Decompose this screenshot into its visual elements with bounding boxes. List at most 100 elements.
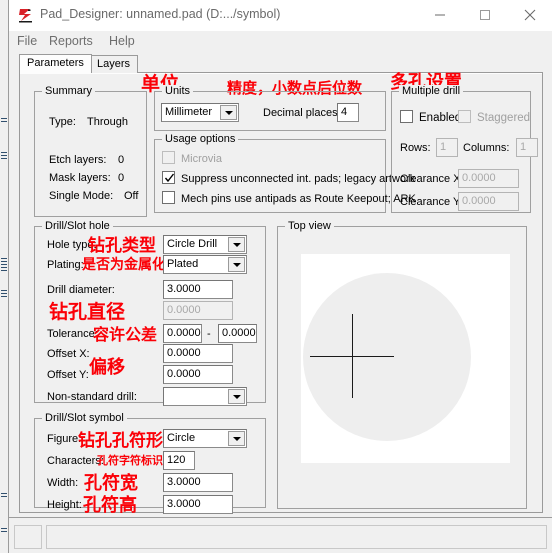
tolerance-separator: - — [207, 328, 211, 340]
pad-designer-icon — [17, 6, 35, 24]
units-group: Units Millimeter Decimal places: 4 — [154, 85, 386, 131]
menu-file[interactable]: File — [17, 34, 37, 48]
drill-diameter-input[interactable]: 3.0000 — [163, 280, 233, 299]
figure-label: Figure: — [47, 433, 82, 445]
decimal-places-label: Decimal places: — [263, 107, 341, 119]
summary-type-value: Through — [87, 116, 128, 128]
top-view-legend: Top view — [285, 220, 334, 232]
statusbar-left-pane — [14, 525, 42, 549]
chevron-down-icon — [232, 436, 241, 441]
mech-pins-antipads-label: Mech pins use antipads as Route Keepout;… — [181, 193, 416, 205]
hole-type-combo[interactable]: Circle Drill — [163, 235, 247, 254]
summary-type-label: Type: — [49, 116, 76, 128]
plating-label: Plating: — [47, 259, 84, 271]
symbol-width-input[interactable]: 3.0000 — [163, 473, 233, 492]
close-button[interactable] — [507, 0, 552, 30]
plating-combo[interactable]: Plated — [163, 255, 247, 274]
figure-combo-arrow-button[interactable] — [228, 431, 245, 446]
offset-y-input[interactable]: 0.0000 — [163, 365, 233, 384]
pad-circle-shape — [303, 273, 471, 441]
microvia-label: Microvia — [181, 153, 222, 165]
decimal-places-input[interactable]: 4 — [337, 103, 359, 122]
annotation-height: 孔符高 — [83, 495, 137, 516]
statusbar — [9, 517, 552, 553]
check-icon — [164, 173, 175, 183]
clearance-x-label: Clearance X: — [400, 173, 464, 185]
offset-y-label: Offset Y: — [47, 369, 89, 381]
hole-type-combo-arrow-button[interactable] — [228, 237, 245, 252]
offset-x-label: Offset X: — [47, 348, 90, 360]
usage-options-group: Usage options Microvia Suppress unconnec… — [154, 133, 416, 213]
summary-mask-value: 0 — [118, 172, 125, 184]
summary-single-mode-value: Off — [124, 190, 139, 202]
usage-options-legend: Usage options — [162, 133, 239, 145]
mech-pins-antipads-checkbox[interactable] — [162, 191, 175, 204]
non-standard-drill-combo-arrow-button[interactable] — [228, 389, 245, 404]
summary-mask-label: Mask layers: — [49, 172, 111, 184]
chevron-down-icon — [232, 394, 241, 399]
window-title: Pad_Designer: unnamed.pad (D:.../symbol) — [40, 7, 281, 21]
rows-input: 1 — [436, 138, 458, 157]
units-combo[interactable]: Millimeter — [161, 103, 239, 122]
non-standard-drill-combo[interactable] — [163, 387, 247, 406]
top-view-group: Top view — [277, 220, 527, 509]
units-combo-value: Millimeter — [165, 106, 213, 118]
summary-legend: Summary — [42, 85, 96, 97]
annotation-offset: 偏移 — [89, 357, 125, 378]
minimize-button[interactable] — [417, 0, 462, 30]
plating-combo-value: Plated — [167, 258, 199, 270]
multiple-drill-staggered-checkbox — [458, 110, 471, 123]
rows-label: Rows: — [400, 142, 431, 154]
chevron-down-icon — [224, 110, 233, 115]
background-window-sliver — [0, 0, 9, 553]
pad-designer-window: Pad_Designer: unnamed.pad (D:.../symbol)… — [0, 0, 552, 553]
characters-label: Characters: — [47, 455, 104, 467]
clearance-y-label: Clearance Y: — [400, 196, 463, 208]
suppress-unconnected-label: Suppress unconnected int. pads; legacy a… — [181, 173, 416, 185]
chevron-down-icon — [232, 242, 241, 247]
annotation-characters: 孔符字符标识 — [97, 454, 163, 467]
microvia-checkbox — [162, 151, 175, 164]
suppress-unconnected-checkbox[interactable] — [162, 171, 175, 184]
multiple-drill-enabled-checkbox[interactable] — [400, 110, 413, 123]
figure-combo-value: Circle — [167, 432, 196, 444]
offset-x-input[interactable]: 0.0000 — [163, 344, 233, 363]
menu-help[interactable]: Help — [109, 34, 135, 48]
statusbar-message-pane — [46, 525, 547, 549]
tolerance-label: Tolerance: — [47, 328, 98, 340]
menu-reports[interactable]: Reports — [49, 34, 93, 48]
units-combo-arrow-button[interactable] — [220, 105, 237, 120]
figure-combo[interactable]: Circle — [163, 429, 247, 448]
top-view-canvas[interactable] — [301, 254, 510, 463]
crosshair-vertical — [352, 314, 353, 398]
multiple-drill-staggered-label: Staggered — [477, 112, 531, 124]
characters-input[interactable]: 120 — [163, 451, 195, 470]
multiple-drill-group: Multiple drill Enabled Staggered Rows: 1… — [391, 85, 538, 213]
tolerance-min-input[interactable]: 0.0000 — [163, 324, 202, 343]
main-window: Pad_Designer: unnamed.pad (D:.../symbol)… — [9, 0, 552, 553]
tolerance-max-input[interactable]: 0.0000 — [218, 324, 257, 343]
tab-layers[interactable]: Layers — [89, 55, 139, 73]
hole-type-combo-value: Circle Drill — [167, 238, 218, 250]
drill-slot-hole-group: Drill/Slot hole Hole type: 钻孔类型 Circle D… — [34, 220, 266, 406]
menubar: File Reports Help — [9, 31, 552, 52]
symbol-height-input[interactable]: 3.0000 — [163, 495, 233, 514]
summary-group: Summary Type: Through Etch layers: 0 Mas… — [34, 85, 147, 217]
plating-combo-arrow-button[interactable] — [228, 257, 245, 272]
drill-diameter-label: Drill diameter: — [47, 284, 115, 296]
tab-parameters[interactable]: Parameters — [19, 54, 92, 73]
drill-slot-symbol-legend: Drill/Slot symbol — [42, 412, 127, 424]
summary-etch-value: 0 — [118, 154, 125, 166]
summary-etch-label: Etch layers: — [49, 154, 107, 166]
height-label: Height: — [47, 499, 82, 511]
maximize-button[interactable] — [462, 0, 507, 30]
titlebar: Pad_Designer: unnamed.pad (D:.../symbol) — [9, 0, 552, 31]
annotation-tolerance: 容许公差 — [93, 325, 158, 344]
columns-input: 1 — [516, 138, 538, 157]
width-label: Width: — [47, 477, 79, 489]
multiple-drill-legend: Multiple drill — [399, 85, 464, 97]
parameters-tab-page: 单位 精度，小数点后位数 多孔设置 Summary Type: Through … — [19, 72, 543, 516]
drill-slot-symbol-group: Drill/Slot symbol Figure: 钻孔孔符形状 Circle … — [34, 412, 266, 516]
annotation-drill-diameter: 钻孔直径 — [49, 301, 126, 323]
multiple-drill-enabled-label: Enabled — [419, 112, 462, 124]
